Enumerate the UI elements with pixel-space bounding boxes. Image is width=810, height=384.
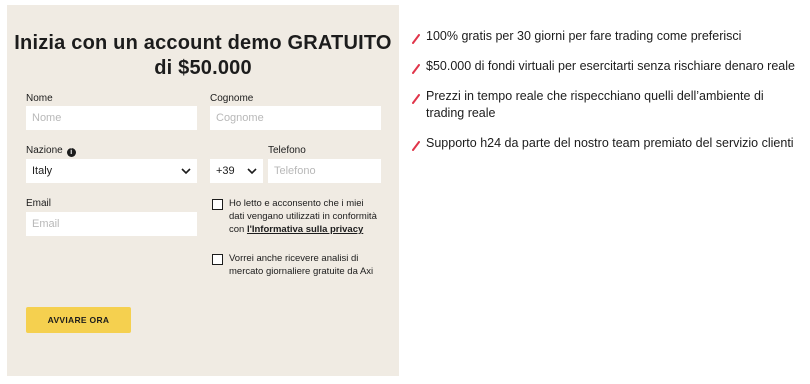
benefit-item: Supporto h24 da parte del nostro team pr… [412,135,802,152]
email-input[interactable]: Email [26,212,197,236]
form-title: Inizia con un account demo GRATUITO di $… [7,31,399,81]
email-placeholder: Email [32,218,60,230]
nome-placeholder: Nome [32,112,62,124]
benefit-item: $50.000 di fondi virtuali per esercitart… [412,58,802,75]
marketing-checkbox[interactable] [212,254,223,265]
form-title-line1: Inizia con un account demo GRATUITO [14,32,392,54]
nazione-select[interactable]: Italy [26,159,197,183]
benefit-text: $50.000 di fondi virtuali per esercitart… [426,59,795,73]
slash-icon [412,31,420,44]
marketing-text: Vorrei anche ricevere analisi di mercato… [229,253,374,277]
benefit-text: 100% gratis per 30 giorni per fare tradi… [426,29,742,43]
form-title-line2: di $50.000 [154,57,252,79]
benefit-item: Prezzi in tempo reale che rispecchiano q… [412,88,802,122]
benefit-item: 100% gratis per 30 giorni per fare tradi… [412,28,802,45]
nazione-value: Italy [32,165,53,177]
nazione-label: Nazione i [26,145,76,157]
telefono-placeholder: Telefono [274,165,316,177]
slash-icon [412,138,420,151]
nome-label: Nome [26,93,53,104]
privacy-policy-link[interactable]: l'Informativa sulla privacy [247,224,363,235]
cognome-label: Cognome [210,93,254,104]
email-label: Email [26,198,52,209]
prefix-value: +39 [216,165,235,177]
benefit-text: Supporto h24 da parte del nostro team pr… [426,136,794,150]
telefono-input[interactable]: Telefono [268,159,381,183]
consent-text: Ho letto e acconsento che i miei dati ve… [229,197,381,236]
benefit-text: Prezzi in tempo reale che rispecchiano q… [426,89,764,120]
submit-button[interactable]: AVVIARE ORA [26,307,131,333]
signup-form-panel: Inizia con un account demo GRATUITO di $… [7,5,399,376]
benefits-list: 100% gratis per 30 giorni per fare tradi… [412,28,802,165]
chevron-down-icon [181,166,191,176]
slash-icon [412,91,420,104]
slash-icon [412,61,420,74]
consent-checkbox[interactable] [212,199,223,210]
nazione-label-text: Nazione [26,145,63,156]
telefono-label: Telefono [268,145,306,156]
cognome-input[interactable]: Cognome [210,106,381,130]
cognome-placeholder: Cognome [216,112,264,124]
prefix-select[interactable]: +39 [210,159,263,183]
info-icon[interactable]: i [66,148,76,157]
nome-input[interactable]: Nome [26,106,197,130]
chevron-down-icon [247,166,257,176]
